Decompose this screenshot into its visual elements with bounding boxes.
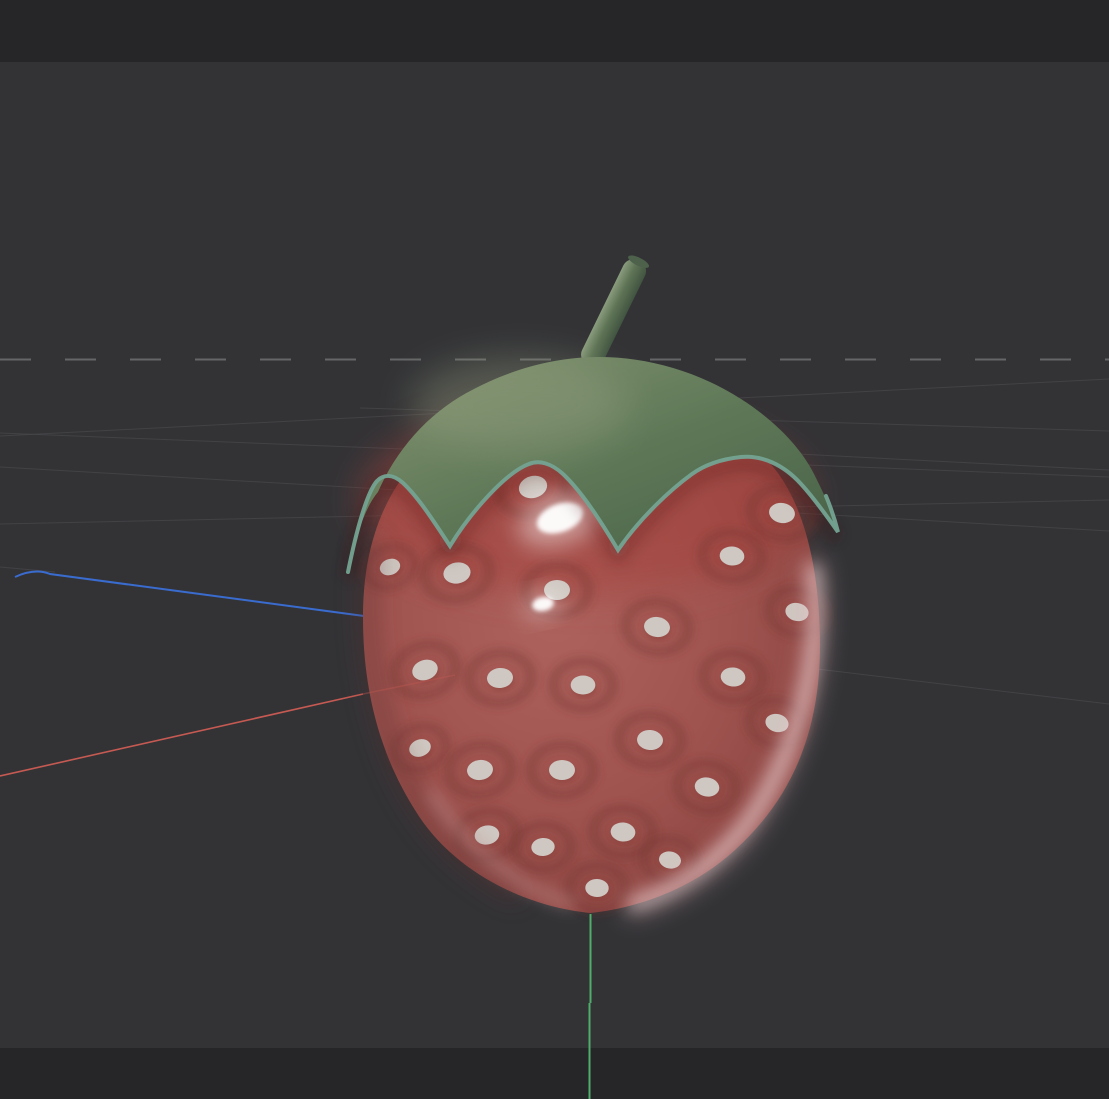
axis-y-green-line <box>590 914 591 1099</box>
top-bar <box>0 0 1109 62</box>
seed <box>571 676 596 695</box>
app-window <box>0 0 1109 1099</box>
seed <box>549 760 575 780</box>
bottom-bar <box>0 1048 1109 1099</box>
cap-highlight <box>410 357 630 453</box>
viewport-3d[interactable] <box>0 0 1109 1099</box>
